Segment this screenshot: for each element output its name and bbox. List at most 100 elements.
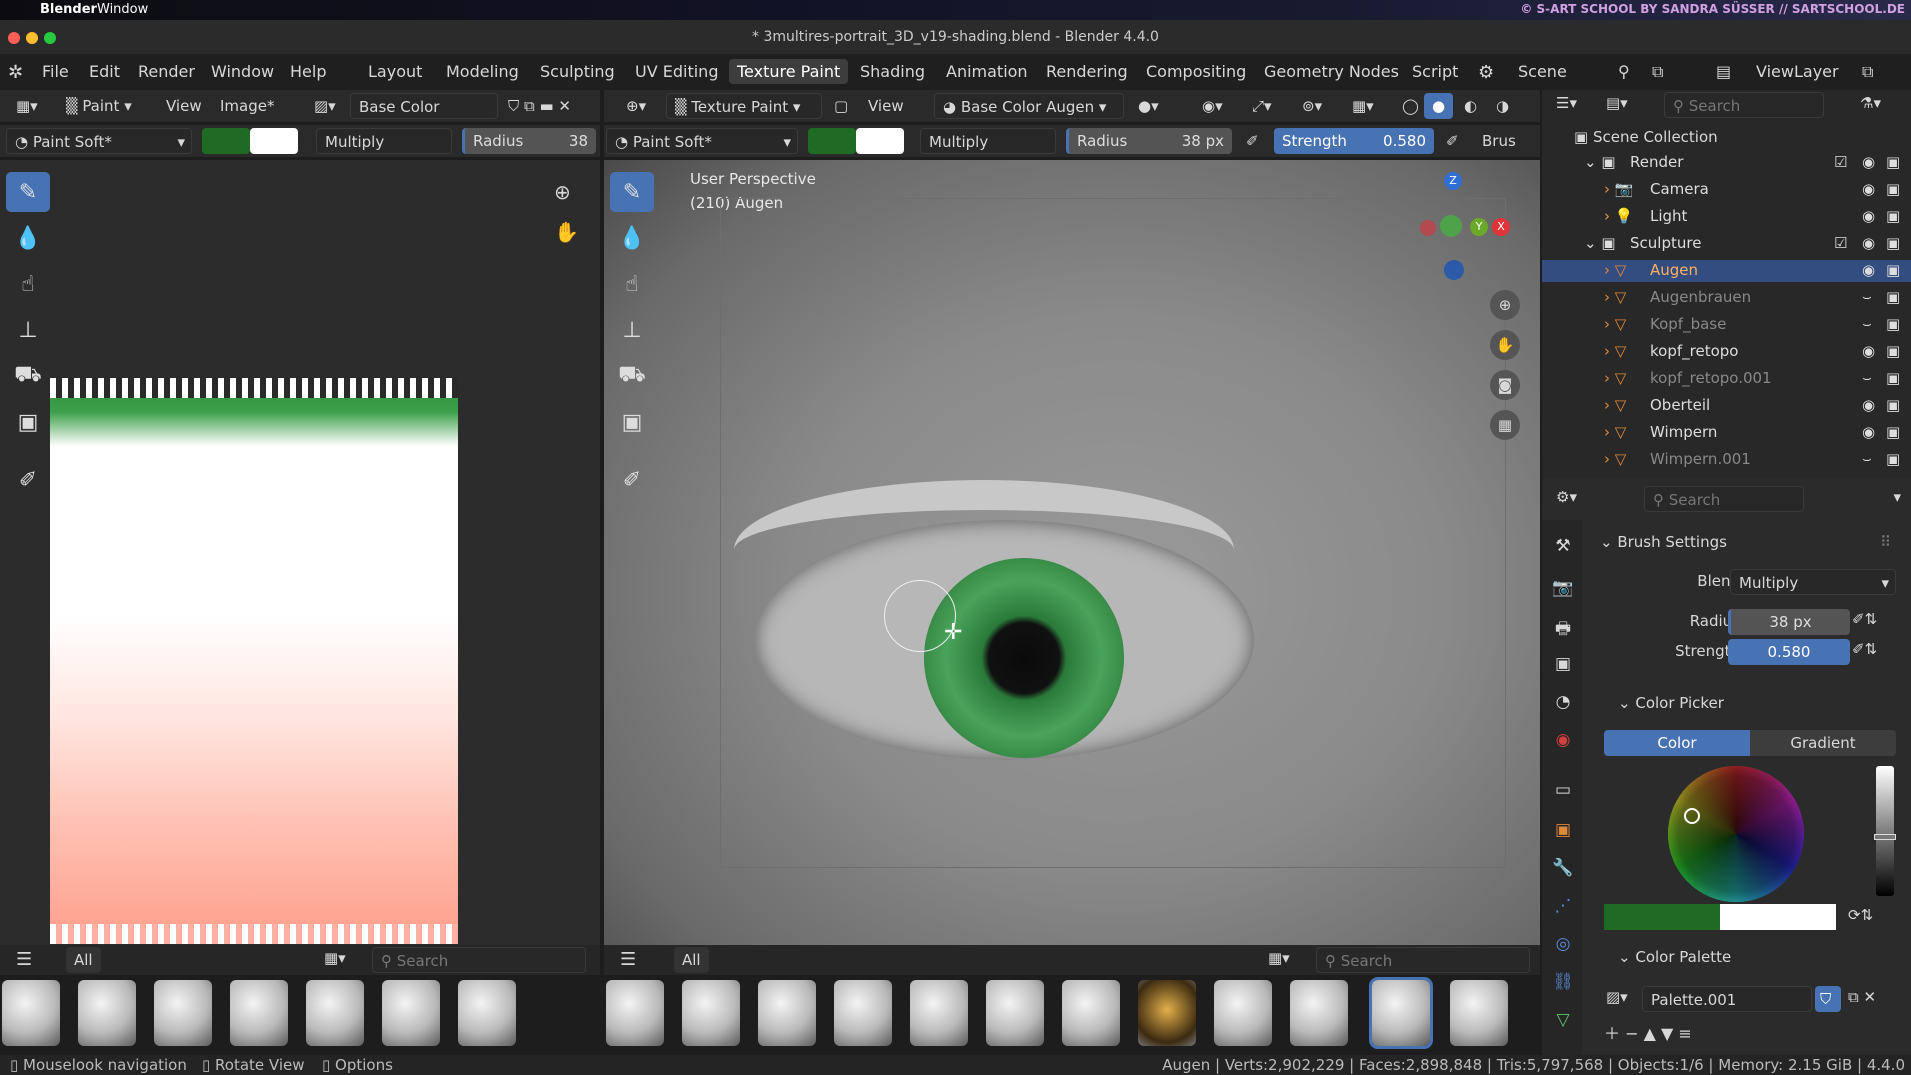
render-camera-icon[interactable]: ▣ xyxy=(1886,369,1900,387)
secondary-color-swatch[interactable] xyxy=(1720,904,1836,930)
image-secondary-color[interactable] xyxy=(250,128,298,154)
vp-annotate-tool-icon[interactable]: ✐ xyxy=(610,460,654,500)
image-menu[interactable]: Image* xyxy=(212,93,282,119)
gizmo-neg-x[interactable] xyxy=(1420,220,1436,236)
strength-pressure-icon[interactable]: ✐ xyxy=(1438,128,1467,154)
brush-thumb[interactable] xyxy=(78,980,136,1046)
palette-name-field[interactable]: Palette.001 xyxy=(1642,986,1812,1012)
tab-sculpting[interactable]: Sculpting xyxy=(540,62,615,81)
menu-edit[interactable]: Edit xyxy=(89,62,120,81)
brush-thumb[interactable] xyxy=(606,980,664,1046)
vp-smear-tool-icon[interactable]: ☝ xyxy=(610,264,654,304)
radius-field[interactable]: 38 px xyxy=(1728,609,1850,635)
visibility-eye-icon[interactable]: ◉ xyxy=(1862,207,1875,225)
tab-rendering[interactable]: Rendering xyxy=(1046,62,1128,81)
brush-thumb[interactable] xyxy=(1214,980,1272,1046)
ortho-toggle-icon[interactable]: ▦ xyxy=(1490,410,1520,440)
brush-settings-header[interactable]: ⌄ Brush Settings xyxy=(1600,533,1727,551)
view-layer-tab-icon[interactable]: ▣ xyxy=(1552,654,1574,676)
display-mode-icon[interactable]: ▤▾ xyxy=(1606,94,1628,112)
particles-tab-icon[interactable]: ⋰ xyxy=(1552,896,1574,918)
window-menu[interactable]: Window xyxy=(97,2,148,17)
brush-thumb[interactable] xyxy=(1062,980,1120,1046)
brush-thumb[interactable] xyxy=(1138,980,1196,1046)
toggle-icon[interactable]: ▢ xyxy=(826,93,856,119)
zoom-icon[interactable]: ⊕ xyxy=(554,180,571,204)
brush-thumb-active[interactable] xyxy=(1369,977,1433,1049)
material-shading-icon[interactable]: ◐ xyxy=(1456,93,1485,119)
tab-geometry-nodes[interactable]: Geometry Nodes xyxy=(1264,62,1399,81)
tab-texture-paint[interactable]: Texture Paint xyxy=(729,59,849,84)
fake-user-shield-icon[interactable]: ⛉ xyxy=(1815,986,1841,1012)
render-camera-icon[interactable]: ▣ xyxy=(1886,234,1900,252)
swap-colors-icon[interactable]: ⟳⇅ xyxy=(1848,906,1873,924)
viewport-secondary-color[interactable] xyxy=(856,128,904,154)
exclude-checkbox[interactable]: ☑ xyxy=(1834,234,1847,252)
image-mode-dropdown[interactable]: ▒ Paint ▾ xyxy=(58,93,140,119)
color-palette-header[interactable]: ⌄ Color Palette xyxy=(1618,948,1731,966)
viewport-radius-field[interactable]: Radius 38 px xyxy=(1066,128,1232,154)
primary-color-swatch[interactable] xyxy=(1604,904,1720,930)
wireframe-shading-icon[interactable]: ◯ xyxy=(1394,93,1427,119)
outliner-row-light[interactable]: › 💡 Light ◉ ▣ xyxy=(1542,206,1911,228)
outliner-row-sculpture[interactable]: ⌄ ▣ Sculpture ◉ ▣ ☑ xyxy=(1542,233,1911,255)
visibility-eye-icon[interactable]: ⌣ xyxy=(1862,315,1872,333)
viewport-zoom-icon[interactable]: ⊕ xyxy=(1490,290,1520,320)
viewport-canvas[interactable]: ✎ 💧 ☝ ⊥ ⛟ ▣ ✐ User Perspective (210) Aug… xyxy=(604,160,1540,945)
mask-tool-icon[interactable]: ▣ xyxy=(6,402,50,442)
render-camera-icon[interactable]: ▣ xyxy=(1886,207,1900,225)
brush-thumb[interactable] xyxy=(306,980,364,1046)
zoom-window-button[interactable] xyxy=(44,32,56,44)
tab-compositing[interactable]: Compositing xyxy=(1146,62,1246,81)
output-tab-icon[interactable]: 🖶 xyxy=(1552,616,1574,639)
render-camera-icon[interactable]: ▣ xyxy=(1886,180,1900,198)
gizmo-neg-y[interactable] xyxy=(1440,215,1462,237)
gizmo-neg-z[interactable] xyxy=(1444,260,1464,280)
viewport-editor-type-icon[interactable]: ⊕▾ xyxy=(618,93,654,119)
render-camera-icon[interactable]: ▣ xyxy=(1886,450,1900,468)
strength-field[interactable]: 0.580 xyxy=(1728,639,1850,665)
viewport-blend-dropdown[interactable]: Multiply xyxy=(920,128,1056,154)
brush-thumb[interactable] xyxy=(682,980,740,1046)
image-brush-selector[interactable]: ◔ Paint Soft* ▾ xyxy=(6,128,192,154)
viewport-shading-popover-icon[interactable]: ●▾ xyxy=(1130,93,1167,119)
image-editor-canvas[interactable]: ✎ 💧 ☝ ⊥ ⛟ ▣ ✐ ⊕ ✋ xyxy=(0,160,600,945)
brush-thumb[interactable] xyxy=(230,980,288,1046)
brush-thumb[interactable] xyxy=(834,980,892,1046)
viewport-brush-selector[interactable]: ◔ Paint Soft* ▾ xyxy=(606,128,798,154)
shelf-display-icon[interactable]: ▦▾ xyxy=(324,949,346,967)
blender-logo-icon[interactable]: ✲ xyxy=(8,62,23,83)
visibility-eye-icon[interactable]: ◉ xyxy=(1862,153,1875,171)
vp-shelf-menu-icon[interactable]: ☰ xyxy=(620,949,636,970)
brush-thumb[interactable] xyxy=(910,980,968,1046)
close-window-button[interactable] xyxy=(8,32,20,44)
outliner-row-kopf-base[interactable]: › ▽ Kopf_base ⌣ ▣ xyxy=(1542,314,1911,336)
image-browse-icon[interactable]: ▨▾ xyxy=(306,93,344,119)
viewport-strength-field[interactable]: Strength 0.580 xyxy=(1274,128,1434,154)
tab-uv-editing[interactable]: UV Editing xyxy=(635,62,718,81)
exclude-checkbox[interactable]: ☑ xyxy=(1834,153,1847,171)
smear-tool-icon[interactable]: ☝ xyxy=(6,264,50,304)
render-camera-icon[interactable]: ▣ xyxy=(1886,396,1900,414)
visibility-eye-icon[interactable]: ⌣ xyxy=(1862,369,1872,387)
viewport-primary-color[interactable] xyxy=(808,128,856,154)
image-view-menu[interactable]: View xyxy=(158,93,210,119)
visibility-icon[interactable]: ◉▾ xyxy=(1194,93,1231,119)
tab-layout[interactable]: Layout xyxy=(368,62,422,81)
gizmo-x-axis[interactable]: X xyxy=(1492,218,1510,236)
clone-tool-icon[interactable]: ⊥ xyxy=(6,310,50,350)
visibility-eye-icon[interactable]: ⌣ xyxy=(1862,450,1872,468)
xray-icon[interactable]: ▦▾ xyxy=(1344,93,1382,119)
palette-add-icon[interactable]: ＋ − ▲ ▼ ≡ xyxy=(1604,1020,1692,1044)
viewport-mode-dropdown[interactable]: ▒ Texture Paint ▾ xyxy=(666,93,822,119)
image-blend-dropdown[interactable]: Multiply xyxy=(316,128,452,154)
menu-render[interactable]: Render xyxy=(138,62,195,81)
menu-help[interactable]: Help xyxy=(290,62,326,81)
visibility-eye-icon[interactable]: ◉ xyxy=(1862,180,1875,198)
gizmo-y-axis[interactable]: Y xyxy=(1470,218,1488,236)
brush-thumb[interactable] xyxy=(2,980,60,1046)
outliner-row-kopf-retopo[interactable]: › ▽ kopf_retopo ◉ ▣ xyxy=(1542,341,1911,363)
properties-search-input[interactable]: ⚲ Search xyxy=(1644,486,1804,512)
render-camera-icon[interactable]: ▣ xyxy=(1886,315,1900,333)
vp-fill-tool-icon[interactable]: ⛟ xyxy=(610,356,654,396)
